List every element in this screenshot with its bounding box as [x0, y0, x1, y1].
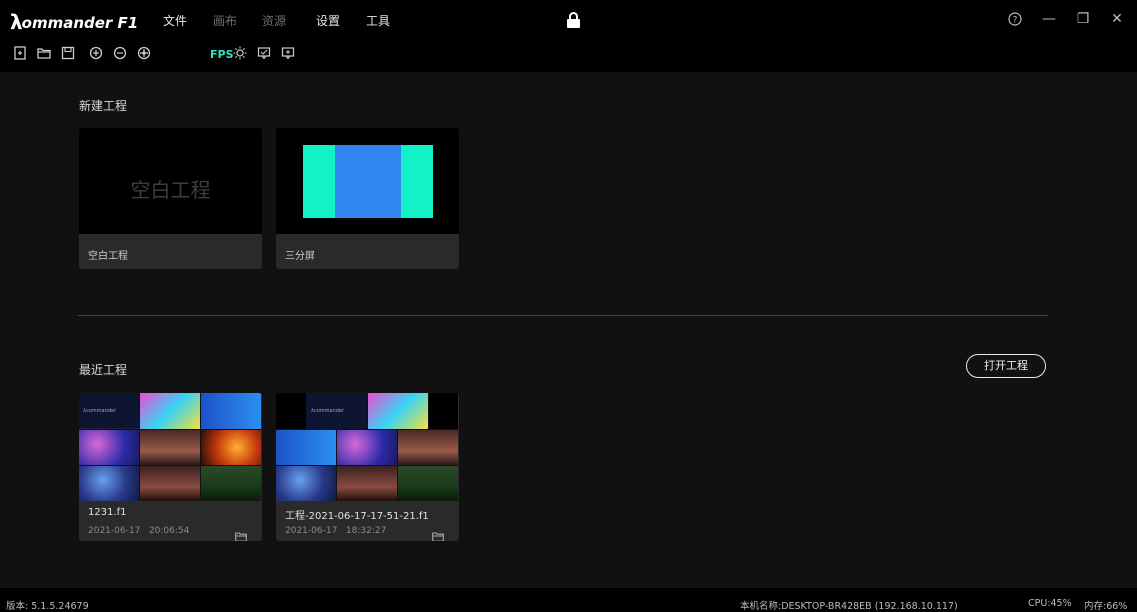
triple-center-panel — [335, 145, 401, 218]
new-file-icon[interactable] — [13, 46, 27, 60]
brightness-icon[interactable] — [233, 46, 247, 60]
section-divider — [78, 315, 1048, 316]
open-project-button[interactable]: 打开工程 — [966, 354, 1046, 378]
new-project-title: 新建工程 — [79, 99, 128, 113]
triple-screen-card[interactable]: 三分屏 — [276, 128, 459, 269]
lock-icon[interactable] — [567, 12, 580, 28]
menu-settings[interactable]: 设置 — [316, 12, 340, 29]
fps-toggle[interactable]: FPS — [210, 48, 234, 61]
triple-screen-label: 三分屏 — [285, 251, 315, 262]
restore-icon[interactable]: ❐ — [1074, 10, 1092, 28]
zoom-in-icon[interactable] — [89, 46, 103, 60]
blank-project-label: 空白工程 — [88, 251, 128, 262]
recent-file-date: 2021-06-17 20:06:54 — [88, 526, 190, 536]
blank-project-thumbnail: 空白工程 — [79, 128, 262, 234]
title-bar: λommander F1 文件 画布 资源 设置 工具 ? — ❐ ✕ — [0, 0, 1137, 37]
recent-project-card[interactable]: λcommander 工程-2021-06-17-17-51-21.f1 202… — [276, 393, 459, 541]
menu-resources[interactable]: 资源 — [262, 12, 286, 29]
menu-file[interactable]: 文件 — [163, 12, 187, 29]
cpu-usage-text: CPU:45% — [1028, 598, 1072, 609]
triple-left-panel — [303, 145, 335, 218]
recent-file-name: 工程-2021-06-17-17-51-21.f1 — [285, 511, 429, 522]
recent-project-thumbnail: λcommander — [79, 393, 261, 501]
triple-screen-thumbnail — [276, 128, 459, 234]
recent-project-card[interactable]: λcommander 1231.f1 2021-06-17 20:06:54 — [79, 393, 262, 541]
open-folder-icon[interactable] — [37, 46, 51, 60]
save-icon[interactable] — [61, 46, 75, 60]
fit-view-icon[interactable] — [137, 46, 151, 60]
folder-icon[interactable] — [432, 527, 444, 541]
help-icon[interactable]: ? — [1006, 10, 1024, 28]
minimize-icon[interactable]: — — [1040, 10, 1058, 28]
folder-icon[interactable] — [235, 527, 247, 541]
zoom-out-icon[interactable] — [113, 46, 127, 60]
status-bar: 版本: 5.1.5.24679 本机名称:DESKTOP-BR428EB (19… — [0, 593, 1137, 612]
version-text: 版本: 5.1.5.24679 — [6, 601, 89, 612]
triple-right-panel — [401, 145, 433, 218]
recent-project-thumbnail: λcommander — [276, 393, 458, 501]
recent-file-name: 1231.f1 — [88, 507, 127, 518]
menu-canvas[interactable]: 画布 — [213, 12, 237, 29]
blank-project-overlay-text: 空白工程 — [130, 178, 211, 202]
app-logo: λommander F1 — [10, 9, 139, 34]
logo-lambda: λ — [10, 10, 23, 34]
svg-text:?: ? — [1013, 16, 1018, 26]
host-info-text: 本机名称:DESKTOP-BR428EB (192.168.10.117) — [740, 601, 958, 612]
close-icon[interactable]: ✕ — [1108, 10, 1126, 28]
message-icon[interactable] — [257, 46, 271, 60]
logo-text: ommander F1 — [21, 14, 139, 32]
menu-tools[interactable]: 工具 — [366, 12, 390, 29]
recent-file-date: 2021-06-17 18:32:27 — [285, 526, 387, 536]
memory-usage-text: 内存:66% — [1084, 601, 1128, 612]
screen-icon[interactable] — [281, 46, 295, 60]
toolbar — [0, 37, 1137, 72]
blank-project-card[interactable]: 空白工程 空白工程 — [79, 128, 262, 269]
recent-projects-title: 最近工程 — [79, 363, 128, 377]
